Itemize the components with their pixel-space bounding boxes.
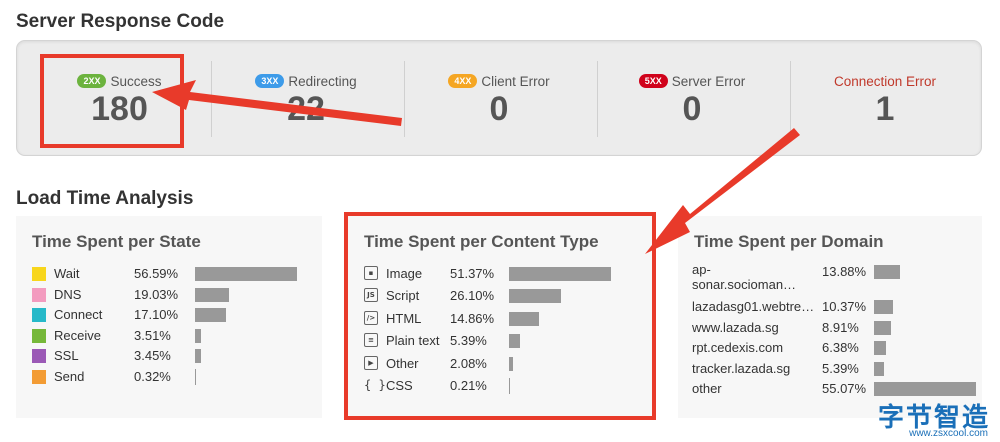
arrow-to-success-icon xyxy=(152,80,402,126)
annotation-arrows xyxy=(152,80,800,254)
arrow-to-content-type-icon xyxy=(645,128,800,254)
watermark-url: www.zsxcool.com xyxy=(909,428,988,439)
